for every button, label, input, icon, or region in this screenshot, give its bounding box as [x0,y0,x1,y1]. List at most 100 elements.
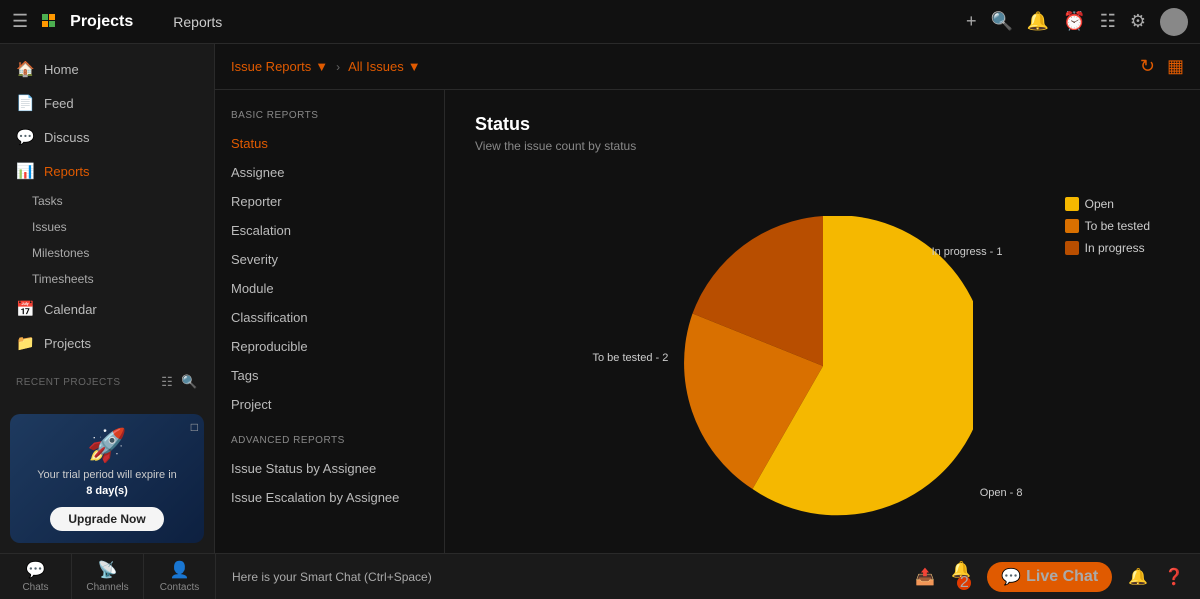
report-item-tags[interactable]: Tags [215,361,444,390]
legend-label-to-be-tested: To be tested [1085,219,1150,233]
breadcrumb-bar: Issue Reports ▼ › All Issues ▼ ↻ ▦ [215,44,1200,90]
report-item-status[interactable]: Status [215,129,444,158]
report-item-severity[interactable]: Severity [215,245,444,274]
sidebar-item-home[interactable]: 🏠 Home [0,52,214,86]
clock-icon[interactable]: ⏰ [1063,11,1085,32]
bottom-tab-channels[interactable]: 📡 Channels [72,554,144,599]
bottom-tab-chats[interactable]: 💬 Chats [0,554,72,599]
sidebar-label-discuss: Discuss [44,130,90,145]
smart-chat-placeholder[interactable]: Here is your Smart Chat (Ctrl+Space) [216,570,915,584]
report-item-project[interactable]: Project [215,390,444,419]
logo-icon [38,10,62,34]
pie-chart-container: In progress - 1 To be tested - 2 Open - … [673,216,973,519]
settings-icon[interactable]: ⚙ [1130,11,1146,32]
report-item-module[interactable]: Module [215,274,444,303]
sidebar-item-tasks[interactable]: Tasks [0,188,214,214]
grid-icon[interactable]: ☷ [1100,11,1116,32]
bottom-compose-icon[interactable]: 📤 [915,567,935,587]
bottom-right-actions: 📤 🔔 2 💬 Live Chat 🔔 ❓ [915,560,1200,594]
legend-item-in-progress: In progress [1065,241,1150,255]
legend-dot-in-progress [1065,241,1079,255]
sidebar-item-timesheets[interactable]: Timesheets [0,266,214,292]
bell-notification-icon[interactable]: 🔔 [1128,567,1148,587]
sidebar-label-home: Home [44,62,79,77]
legend-item-open: Open [1065,197,1150,211]
sidebar-subnav: Tasks Issues Milestones Timesheets [0,188,214,292]
breadcrumb-right-actions: ↻ ▦ [1140,56,1184,77]
trial-text: Your trial period will expire in 8 day(s… [22,468,192,499]
bottom-notification-icon[interactable]: 🔔 2 [951,560,971,594]
hamburger-icon[interactable]: ☰ [12,11,28,32]
contacts-icon: 👤 [170,560,190,580]
bottom-tab-contacts[interactable]: 👤 Contacts [144,554,216,599]
chart-label-to-be-tested: To be tested - 2 [593,352,669,364]
close-trial-icon[interactable]: □ [191,420,198,434]
main-layout: 🏠 Home 📄 Feed 💬 Discuss 📊 Reports Tasks … [0,44,1200,553]
reports-right-panel: Status View the issue count by status [445,90,1200,553]
breadcrumb-label-issue-reports: Issue Reports [231,59,311,74]
sidebar-bottom: □ 🚀 Your trial period will expire in 8 d… [0,404,214,553]
chats-label: Chats [22,582,48,593]
breadcrumb-all-issues-dropdown-icon[interactable]: ▼ [408,59,421,74]
report-item-reporter[interactable]: Reporter [215,187,444,216]
bottom-bar: 💬 Chats 📡 Channels 👤 Contacts Here is yo… [0,553,1200,599]
chart-label-in-progress: In progress - 1 [932,246,1003,258]
top-bar: ☰ Projects Reports + 🔍 🔔 ⏰ ☷ ⚙ [0,0,1200,44]
avatar[interactable] [1160,8,1188,36]
contacts-label: Contacts [160,582,199,593]
filter-breadcrumb-icon[interactable]: ▦ [1167,56,1184,77]
add-icon[interactable]: + [966,11,977,32]
search-icon[interactable]: 🔍 [990,11,1012,32]
bell-icon[interactable]: 🔔 [1027,11,1049,32]
chats-icon: 💬 [26,560,46,580]
app-title: Projects [70,13,133,31]
chart-area: In progress - 1 To be tested - 2 Open - … [475,177,1170,553]
live-chat-label: Live Chat [1026,568,1098,586]
report-view-subtitle: View the issue count by status [475,139,1170,153]
chart-legend: Open To be tested In progress [1065,197,1150,255]
report-item-reproducible[interactable]: Reproducible [215,332,444,361]
sidebar: 🏠 Home 📄 Feed 💬 Discuss 📊 Reports Tasks … [0,44,215,553]
sidebar-label-calendar: Calendar [44,302,97,317]
sidebar-item-milestones[interactable]: Milestones [0,240,214,266]
sidebar-item-feed[interactable]: 📄 Feed [0,86,214,120]
bottom-tabs: 💬 Chats 📡 Channels 👤 Contacts [0,554,216,599]
sidebar-item-discuss[interactable]: 💬 Discuss [0,120,214,154]
app-logo: Projects [38,10,133,34]
reports-left-panel: BASIC REPORTS Status Assignee Reporter E… [215,90,445,553]
report-item-escalation[interactable]: Escalation [215,216,444,245]
sidebar-nav: 🏠 Home 📄 Feed 💬 Discuss 📊 Reports Tasks … [0,44,214,368]
basic-reports-label: BASIC REPORTS [215,106,444,129]
live-chat-button[interactable]: 💬 Live Chat [987,562,1112,592]
report-item-issue-status-assignee[interactable]: Issue Status by Assignee [215,454,444,483]
page-title: Reports [143,14,956,30]
feed-icon: 📄 [16,94,34,112]
chart-label-open: Open - 8 [980,487,1023,499]
reports-icon: 📊 [16,162,34,180]
refresh-icon[interactable]: ↻ [1140,56,1155,77]
upgrade-button[interactable]: Upgrade Now [50,507,163,531]
report-item-classification[interactable]: Classification [215,303,444,332]
sidebar-item-calendar[interactable]: 📅 Calendar [0,292,214,326]
breadcrumb-all-issues[interactable]: All Issues ▼ [348,59,421,74]
sidebar-item-projects[interactable]: 📁 Projects [0,326,214,360]
report-item-assignee[interactable]: Assignee [215,158,444,187]
advanced-reports-label: ADVANCED REPORTS [215,431,444,454]
report-view-title: Status [475,114,1170,135]
sidebar-item-issues[interactable]: Issues [0,214,214,240]
recent-label: Recent Projects [16,377,121,388]
legend-item-to-be-tested: To be tested [1065,219,1150,233]
breadcrumb-dropdown-icon[interactable]: ▼ [315,59,328,74]
channels-label: Channels [86,582,128,593]
report-item-issue-escalation-assignee[interactable]: Issue Escalation by Assignee [215,483,444,512]
reports-body: BASIC REPORTS Status Assignee Reporter E… [215,90,1200,553]
help-icon[interactable]: ❓ [1164,567,1184,587]
legend-dot-to-be-tested [1065,219,1079,233]
filter-icon[interactable]: ☷ [161,374,173,390]
search-recent-icon[interactable]: 🔍 [181,374,198,390]
home-icon: 🏠 [16,60,34,78]
recent-projects-header: Recent Projects ☷ 🔍 [0,368,214,396]
sidebar-item-reports[interactable]: 📊 Reports [0,154,214,188]
breadcrumb-issue-reports[interactable]: Issue Reports ▼ [231,59,328,74]
legend-label-open: Open [1085,197,1114,211]
